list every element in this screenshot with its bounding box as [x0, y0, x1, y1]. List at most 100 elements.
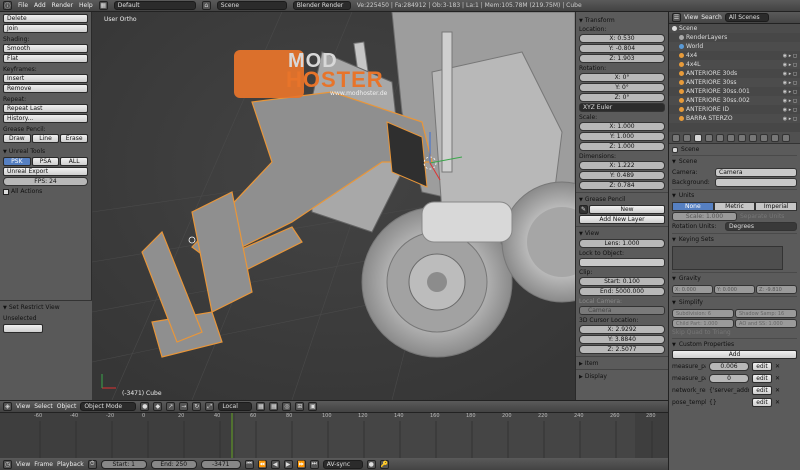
local-camera-field[interactable]: Camera [579, 306, 665, 315]
clip-end-field[interactable]: End: 5000.000 [579, 287, 665, 296]
render-layers-tab-icon[interactable] [683, 133, 691, 142]
cursor-z-field[interactable]: Z: 2.5077 [579, 345, 665, 354]
scale-icon[interactable]: ⤢ [205, 402, 215, 411]
repeat-last-button[interactable]: Repeat Last [3, 104, 88, 113]
clip-start-field[interactable]: Start: 0.100 [579, 277, 665, 286]
scene-section-header[interactable]: ▼ Scene [672, 155, 797, 167]
orientation-select[interactable]: Local [218, 402, 253, 411]
scale-y-field[interactable]: Y: 1.000 [579, 132, 665, 141]
outliner-filter-select[interactable]: All Scenes [724, 13, 769, 22]
remove-property-icon[interactable]: ✕ [775, 363, 780, 370]
add-new-layer-button[interactable]: Add New Layer [579, 215, 665, 224]
jump-end-icon[interactable]: ⏭ [309, 459, 319, 469]
keying-sets-list[interactable] [672, 246, 783, 270]
scene-icon[interactable]: ⌂ [201, 1, 211, 10]
flat-button[interactable]: Flat [3, 54, 88, 63]
modifiers-tab-icon[interactable] [738, 133, 746, 142]
scene-camera-field[interactable]: Camera [715, 168, 797, 177]
world-tab-icon[interactable] [705, 133, 713, 142]
psa-tab[interactable]: PSA [31, 157, 60, 166]
jump-keyframe-forward-icon[interactable]: ⏩ [296, 459, 306, 469]
manipulator-icon[interactable]: ↗ [166, 402, 176, 411]
layers-icon-2[interactable]: ▦ [269, 402, 279, 411]
unselected-button[interactable] [3, 324, 43, 333]
grease-pencil-header[interactable]: ▼ Grease Pencil [579, 196, 665, 203]
start-frame-field[interactable]: Start: 1 [100, 459, 147, 469]
data-tab-icon[interactable] [749, 133, 757, 142]
units-section-header[interactable]: ▼ Units [672, 189, 797, 201]
history-button[interactable]: History... [3, 114, 88, 123]
menu-help[interactable]: Help [79, 2, 93, 9]
render-tab-icon[interactable] [672, 133, 680, 142]
jump-keyframe-back-icon[interactable]: ⏪ [257, 459, 267, 469]
rotate-icon[interactable]: ↻ [192, 402, 202, 411]
all-tab[interactable]: ALL [60, 157, 89, 166]
proportional-edit-icon[interactable]: ◎ [282, 402, 292, 411]
menu-add[interactable]: Add [34, 2, 46, 9]
end-frame-field[interactable]: End: 250 [150, 459, 197, 469]
edit-property-button[interactable]: edit [752, 386, 772, 395]
play-icon[interactable]: ▶ [283, 459, 293, 469]
visibility-icons[interactable]: ◉ ▸ ◻ [783, 53, 797, 59]
remove-property-icon[interactable]: ✕ [775, 375, 780, 382]
separate-units-checkbox[interactable]: Separate Units [740, 213, 797, 220]
outliner-row[interactable]: World [669, 42, 800, 51]
child-particles-field[interactable]: Child Part: 1.000 [672, 319, 734, 328]
subdivision-field[interactable]: Subdivision: 6 [672, 309, 734, 318]
edit-property-button[interactable]: edit [752, 398, 772, 407]
smooth-button[interactable]: Smooth [3, 44, 88, 53]
outliner-row[interactable]: 4x4L ◉ ▸ ◻ [669, 60, 800, 69]
units-none-tab[interactable]: None [672, 202, 714, 211]
simplify-section-header[interactable]: ▼ Simplify [672, 296, 797, 308]
menu-timeline-view[interactable]: View [16, 461, 30, 468]
outliner-editor-icon[interactable]: ☰ [672, 13, 681, 22]
outliner-search-menu[interactable]: Search [701, 14, 722, 21]
screen-layout-icon[interactable]: ▦ [98, 1, 108, 10]
visibility-icons[interactable]: ◉ ▸ ◻ [783, 98, 797, 104]
scale-x-field[interactable]: X: 1.000 [579, 122, 665, 131]
skip-quad-checkbox[interactable]: Skip Quad to Triang [672, 329, 731, 336]
editor-type-icon[interactable]: ◈ [3, 402, 12, 411]
outliner-row[interactable]: ANTERIORE 30ss.002 ◉ ▸ ◻ [669, 96, 800, 105]
menu-playback[interactable]: Playback [57, 461, 84, 468]
outliner-row[interactable]: BARRA STERZO ◉ ▸ ◻ [669, 114, 800, 123]
cursor-y-field[interactable]: Y: 3.8840 [579, 335, 665, 344]
psk-tab[interactable]: PSK [3, 157, 31, 166]
menu-file[interactable]: File [18, 2, 28, 9]
display-header[interactable]: ▶ Display [579, 373, 665, 380]
material-tab-icon[interactable] [760, 133, 768, 142]
keying-set-icon[interactable]: 🔑 [379, 459, 389, 469]
pivot-point-icon[interactable]: ◆ [153, 402, 163, 411]
units-metric-tab[interactable]: Metric [713, 202, 756, 211]
rotation-y-field[interactable]: Y: 0° [579, 83, 665, 92]
editor-type-icon[interactable]: ⓘ [3, 1, 12, 10]
viewport-shading-icon[interactable]: ● [140, 402, 150, 411]
visibility-icons[interactable]: ◉ ▸ ◻ [783, 107, 797, 113]
remove-property-icon[interactable]: ✕ [775, 387, 780, 394]
screen-layout-field[interactable]: Default [113, 1, 196, 10]
menu-view[interactable]: View [16, 403, 30, 410]
view-header[interactable]: ▼ View [579, 230, 665, 237]
edit-property-button[interactable]: edit [752, 362, 772, 371]
add-property-button[interactable]: Add [672, 350, 797, 359]
outliner-row[interactable]: RenderLayers [669, 33, 800, 42]
all-actions-checkbox[interactable] [3, 188, 9, 195]
layers-icon[interactable]: ▦ [256, 402, 266, 411]
erase-button[interactable]: Erase [60, 134, 89, 143]
insert-keyframe-button[interactable]: Insert [3, 74, 88, 83]
property-value[interactable]: 0 [709, 374, 749, 383]
visibility-icons[interactable]: ◉ ▸ ◻ [783, 62, 797, 68]
outliner-row[interactable]: ANTERIORE ID ◉ ▸ ◻ [669, 105, 800, 114]
gravity-section-header[interactable]: ▼ Gravity [672, 272, 797, 284]
visibility-icons[interactable]: ◉ ▸ ◻ [783, 80, 797, 86]
object-tab-icon[interactable] [716, 133, 724, 142]
auto-keying-icon[interactable]: ● [366, 459, 376, 469]
restrict-view-header[interactable]: ▼ Set Restrict View [3, 304, 89, 311]
keying-sets-header[interactable]: ▼ Keying Sets [672, 233, 797, 245]
new-grease-pencil-button[interactable]: New [589, 205, 665, 214]
fps-field[interactable]: FPS: 24 [3, 177, 88, 186]
rotation-z-field[interactable]: Z: 0° [579, 93, 665, 102]
menu-select[interactable]: Select [34, 403, 53, 410]
location-x-field[interactable]: X: 0.530 [579, 34, 665, 43]
line-button[interactable]: Line [31, 134, 60, 143]
